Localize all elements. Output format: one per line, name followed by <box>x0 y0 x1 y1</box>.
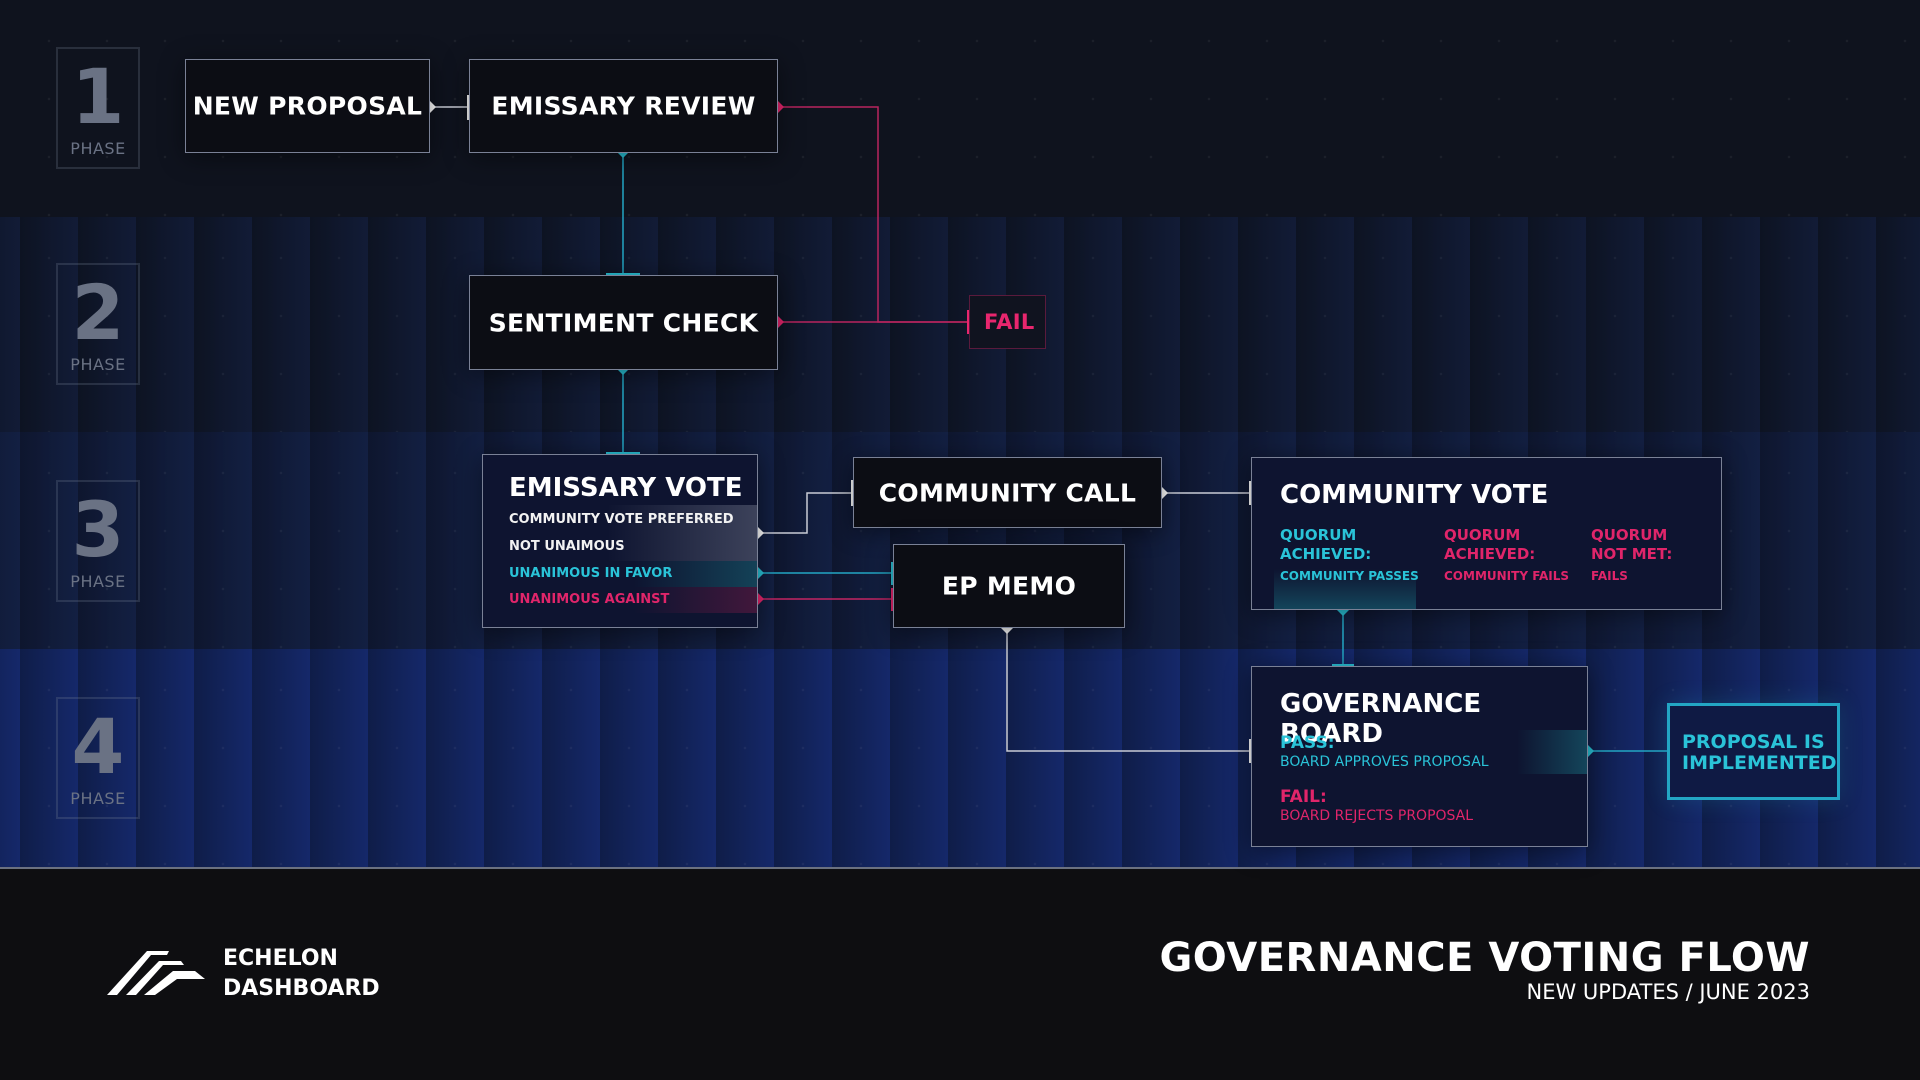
outcome-quorum-fail: QUORUM ACHIEVED: COMMUNITY FAILS <box>1444 526 1569 583</box>
outcome-result: COMMUNITY FAILS <box>1444 569 1570 583</box>
brand-line-2: DASHBOARD <box>223 976 380 1001</box>
vote-option-unanimous-favor: UNANIMOUS IN FAVOR <box>483 561 757 587</box>
vote-option-unanimous-against: UNANIMOUS AGAINST <box>483 587 757 613</box>
node-label: EMISSARY REVIEW <box>491 91 756 121</box>
outcome-result: FAILS <box>1591 569 1628 583</box>
node-title: EMISSARY VOTE <box>509 473 743 503</box>
board-pass-heading: PASS: <box>1280 733 1335 753</box>
node-title: COMMUNITY VOTE <box>1280 480 1549 510</box>
node-fail[interactable]: FAIL <box>969 295 1046 349</box>
connector-vote-to-call <box>758 492 853 534</box>
node-label: PROPOSAL IS IMPLEMENTED <box>1682 731 1837 774</box>
page-title: GOVERNANCE VOTING FLOW <box>1159 935 1810 981</box>
outcome-quorum-not-met: QUORUM NOT MET: FAILS <box>1591 526 1672 583</box>
node-label: FAIL <box>984 310 1035 334</box>
node-sentiment-check[interactable]: SENTIMENT CHECK <box>469 275 778 370</box>
outcome-heading: QUORUM <box>1444 526 1521 544</box>
node-label: SENTIMENT CHECK <box>488 308 759 337</box>
node-label: EP MEMO <box>941 571 1077 601</box>
outcome-result: COMMUNITY PASSES <box>1280 569 1419 583</box>
node-emissary-review[interactable]: EMISSARY REVIEW <box>469 59 778 153</box>
node-label: NEW PROPOSAL <box>192 91 423 121</box>
outcome-heading: ACHIEVED: <box>1444 545 1536 563</box>
node-label: COMMUNITY CALL <box>878 478 1137 507</box>
echelon-logo-icon <box>107 951 205 995</box>
outcome-heading: QUORUM <box>1591 526 1668 544</box>
connector-review-to-fail <box>778 106 969 323</box>
vote-option-community-preferred: COMMUNITY VOTE PREFERRED <box>509 512 734 527</box>
vote-option-not-unanimous: NOT UNAIMOUS <box>509 539 625 554</box>
node-governance-board[interactable]: GOVERNANCE BOARD PASS: BOARD APPROVES PR… <box>1251 666 1588 847</box>
node-emissary-vote[interactable]: EMISSARY VOTE COMMUNITY VOTE PREFERRED N… <box>482 454 758 628</box>
page-subtitle: NEW UPDATES / JUNE 2023 <box>1526 980 1811 1004</box>
outcome-heading: QUORUM <box>1280 526 1357 544</box>
board-fail: FAIL: BOARD REJECTS PROPOSAL <box>1280 787 1473 824</box>
outcome-quorum-pass: QUORUM ACHIEVED: COMMUNITY PASSES <box>1280 526 1419 583</box>
brand-line-1: ECHELON <box>223 946 338 971</box>
board-pass-detail: BOARD APPROVES PROPOSAL <box>1280 754 1489 770</box>
board-pass: PASS: BOARD APPROVES PROPOSAL <box>1280 733 1489 770</box>
node-community-vote[interactable]: COMMUNITY VOTE QUORUM ACHIEVED: COMMUNIT… <box>1251 457 1722 610</box>
connector-memo-to-board <box>1006 628 1251 752</box>
outcome-heading: NOT MET: <box>1591 545 1673 563</box>
outcome-heading: ACHIEVED: <box>1280 545 1372 563</box>
board-fail-detail: BOARD REJECTS PROPOSAL <box>1280 808 1474 824</box>
node-new-proposal[interactable]: NEW PROPOSAL <box>185 59 430 153</box>
node-community-call[interactable]: COMMUNITY CALL <box>853 457 1162 528</box>
node-proposal-implemented[interactable]: PROPOSAL IS IMPLEMENTED <box>1667 703 1840 800</box>
brand-name: ECHELON DASHBOARD <box>223 944 380 1004</box>
node-ep-memo[interactable]: EP MEMO <box>893 544 1125 628</box>
board-fail-heading: FAIL: <box>1280 787 1327 807</box>
